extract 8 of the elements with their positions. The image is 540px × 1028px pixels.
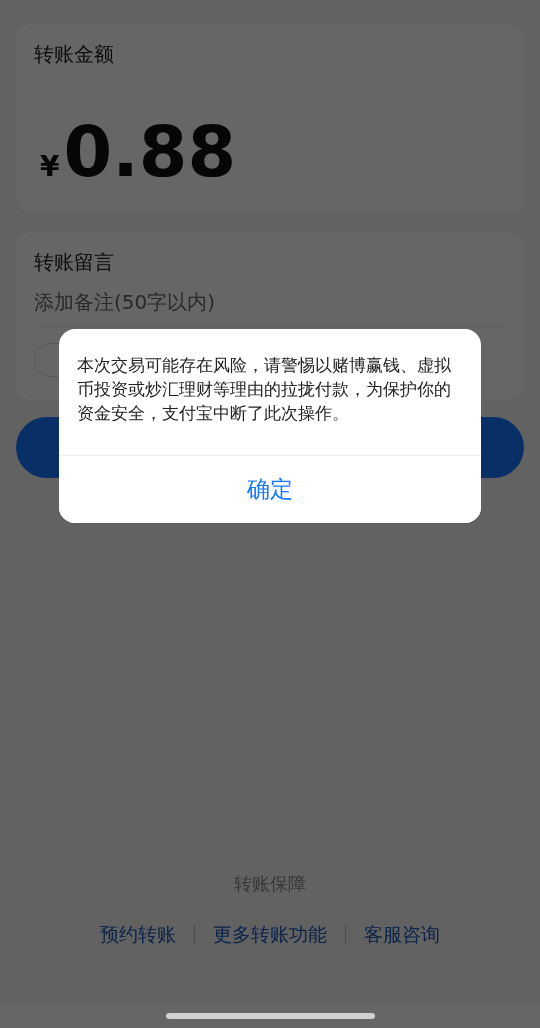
footer-link[interactable]: 预约转账 — [96, 922, 180, 948]
footer-link[interactable]: 客服咨询 — [360, 922, 444, 948]
amount-label: 转账金额 — [34, 41, 114, 68]
footer-link[interactable]: 更多转账功能 — [209, 922, 331, 948]
amount-value: 0.88 — [63, 112, 237, 192]
confirm-button[interactable]: 确定 — [59, 455, 481, 523]
message-label: 转账留言 — [34, 249, 114, 276]
currency-symbol: ¥ — [40, 150, 60, 183]
